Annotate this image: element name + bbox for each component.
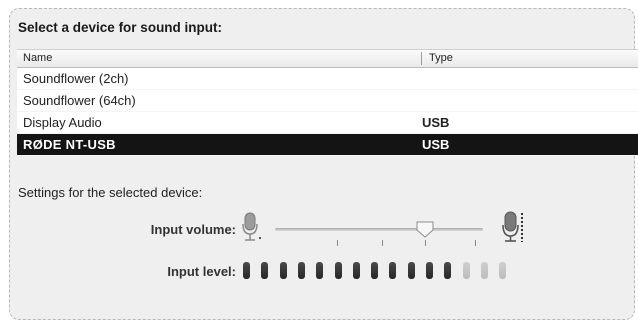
slider-tick xyxy=(337,240,338,246)
input-volume-slider[interactable] xyxy=(275,221,483,246)
slider-tick xyxy=(425,240,426,246)
settings-label: Settings for the selected device: xyxy=(18,185,203,200)
level-segment xyxy=(389,262,397,279)
level-segment xyxy=(480,262,488,279)
level-segment xyxy=(297,262,305,279)
table-row[interactable]: Soundflower (64ch) xyxy=(17,90,638,112)
device-name: Display Audio xyxy=(23,115,102,130)
input-volume-label: Input volume: xyxy=(150,222,236,237)
input-level-label: Input level: xyxy=(167,264,236,279)
slider-tick xyxy=(475,240,476,246)
level-segment xyxy=(316,262,324,279)
device-name: Soundflower (2ch) xyxy=(23,71,129,86)
level-segment xyxy=(352,262,360,279)
device-type: USB xyxy=(422,115,450,130)
device-type: USB xyxy=(422,137,450,152)
section-heading: Select a device for sound input: xyxy=(18,20,223,35)
level-segment xyxy=(279,262,287,279)
slider-knob[interactable] xyxy=(415,221,435,238)
level-segment xyxy=(462,262,470,279)
level-segment xyxy=(243,262,250,279)
device-name: RØDE NT-USB xyxy=(23,137,116,152)
slider-track xyxy=(275,228,483,231)
level-segment xyxy=(444,262,452,279)
level-segment xyxy=(261,262,269,279)
table-header: Name Type xyxy=(17,49,638,68)
level-segment xyxy=(426,262,433,279)
microphone-high-icon xyxy=(501,211,527,250)
column-separator xyxy=(421,52,422,65)
level-segment xyxy=(334,262,342,279)
column-header-name[interactable]: Name xyxy=(23,52,52,64)
table-row-selected[interactable]: RØDE NT-USB USB xyxy=(17,134,638,156)
slider-tick xyxy=(382,240,383,246)
level-segment xyxy=(407,262,415,279)
microphone-low-icon xyxy=(241,211,263,248)
device-name: Soundflower (64ch) xyxy=(23,93,136,108)
column-header-type[interactable]: Type xyxy=(429,52,453,64)
level-segment xyxy=(499,262,507,279)
input-device-table: Name Type Soundflower (2ch) Soundflower … xyxy=(17,49,638,156)
table-row[interactable]: Soundflower (2ch) xyxy=(17,68,638,90)
table-row[interactable]: Display Audio USB xyxy=(17,112,638,134)
level-segment xyxy=(371,262,379,279)
